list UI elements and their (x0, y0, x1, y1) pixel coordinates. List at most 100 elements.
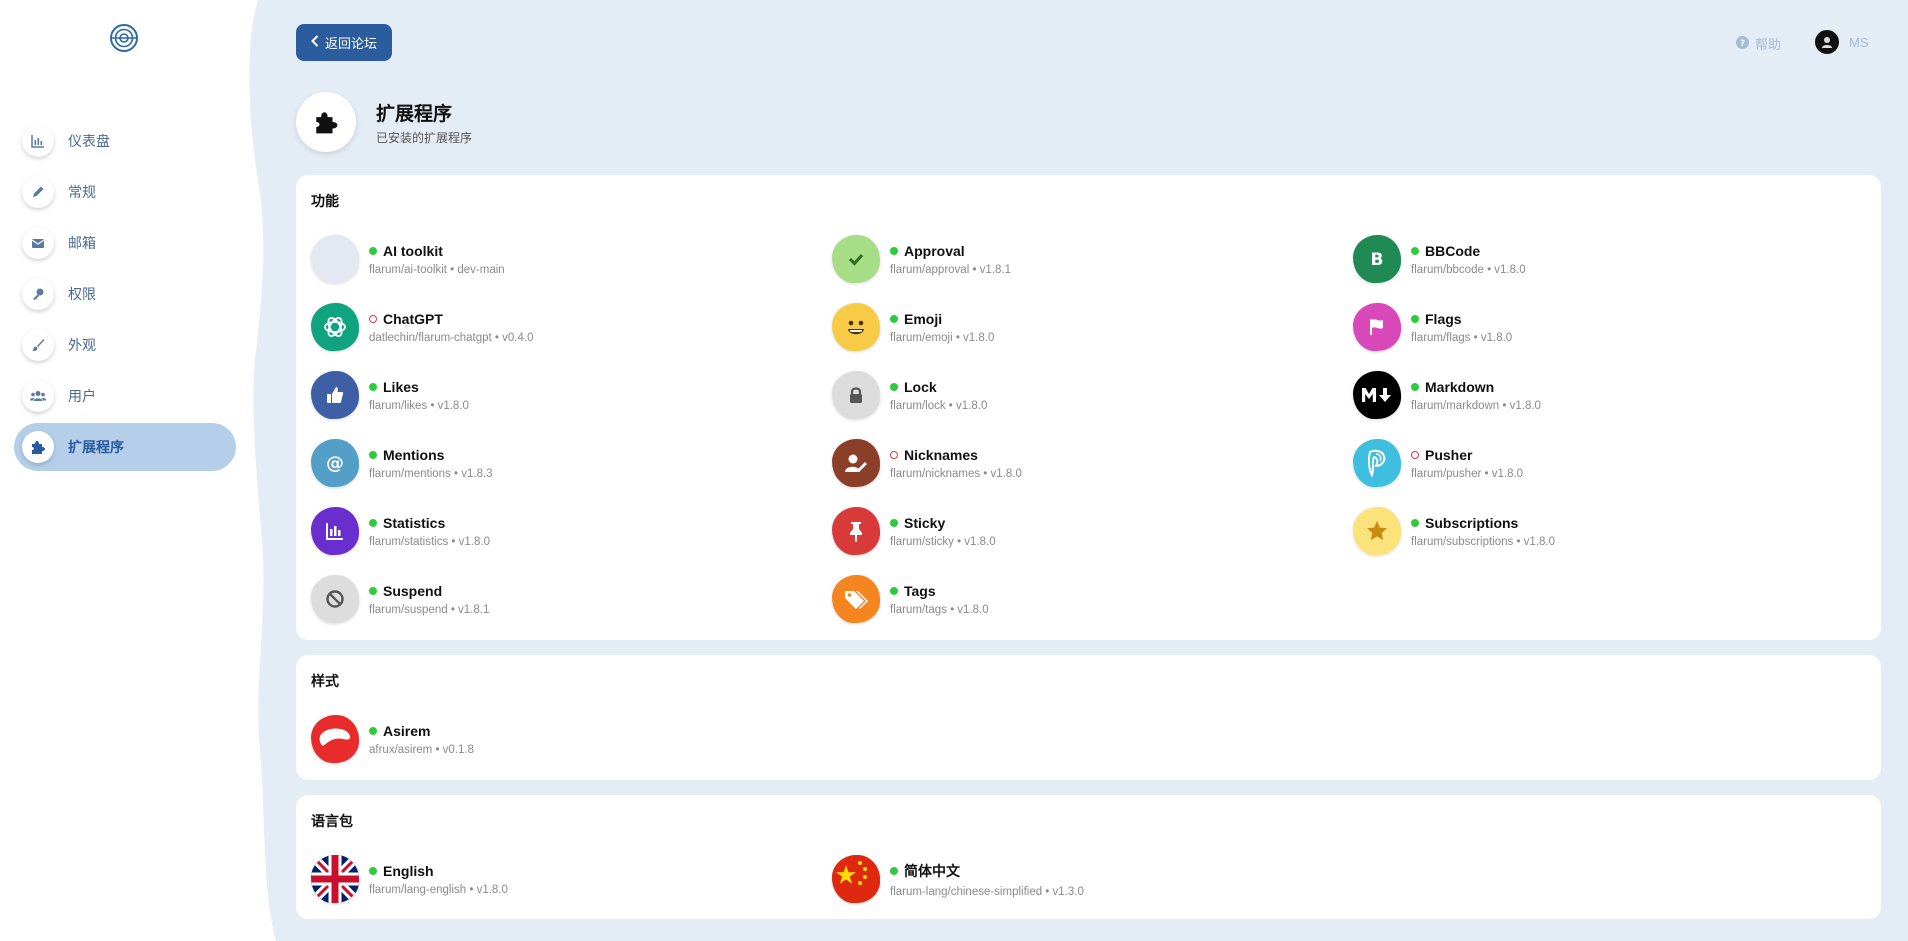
status-enabled-dot (369, 586, 377, 595)
extension-item-pusher[interactable]: Pusher flarum/pusher • v1.8.0 (1353, 435, 1853, 491)
extension-name: Markdown (1425, 378, 1495, 395)
extension-name: Statistics (383, 514, 446, 531)
extension-name: 简体中文 (904, 862, 960, 879)
smile-icon (832, 303, 880, 351)
nav-item-basics[interactable]: 常规 (14, 168, 236, 216)
uk-flag-icon (311, 855, 359, 903)
nav-item-users[interactable]: 用户 (14, 372, 236, 420)
extension-item-statistics[interactable]: Statistics flarum/statistics • v1.8.0 (311, 503, 811, 559)
extension-meta: flarum/emoji • v1.8.0 (890, 331, 995, 344)
extension-meta: flarum/bbcode • v1.8.0 (1411, 263, 1526, 276)
user-edit-icon (832, 439, 880, 487)
extension-item-likes[interactable]: Likes flarum/likes • v1.8.0 (311, 367, 811, 423)
extension-item-flags[interactable]: Flags flarum/flags • v1.8.0 (1353, 299, 1853, 355)
user-menu[interactable]: MS (1815, 30, 1869, 54)
status-enabled-dot (1411, 246, 1419, 255)
flag-icon (1353, 303, 1401, 351)
extension-item-lock[interactable]: Lock flarum/lock • v1.8.0 (832, 367, 1332, 423)
extension-name: ChatGPT (383, 310, 443, 327)
extension-item-bbcode[interactable]: B BBCode flarum/bbcode • v1.8.0 (1353, 231, 1853, 287)
extension-meta: flarum/likes • v1.8.0 (369, 399, 469, 412)
extension-item-markdown[interactable]: Markdown flarum/markdown • v1.8.0 (1353, 367, 1853, 423)
extension-meta: flarum-lang/chinese-simplified • v1.3.0 (890, 885, 1084, 898)
features-section: 功能 AI toolkit flarum/ai-toolkit • dev-mai… (296, 175, 1881, 640)
extension-item-english[interactable]: English flarum/lang-english • v1.8.0 (311, 851, 811, 907)
forum-logo-icon[interactable] (108, 22, 140, 54)
openai-icon (311, 303, 359, 351)
nav-item-permissions[interactable]: 权限 (14, 270, 236, 318)
status-enabled-dot (369, 866, 377, 875)
page-title: 扩展程序 (376, 103, 453, 125)
extension-item-emoji[interactable]: Emoji flarum/emoji • v1.8.0 (832, 299, 1332, 355)
envelope-icon (22, 227, 54, 259)
paintbrush-icon (22, 329, 54, 361)
chart-icon (22, 125, 54, 157)
sidebar: 仪表盘 常规 邮箱 权限 外观 用户 扩展程序 (0, 0, 290, 941)
extension-item-tags[interactable]: Tags flarum/tags • v1.8.0 (832, 571, 1332, 627)
extension-item-sticky[interactable]: Sticky flarum/sticky • v1.8.0 (832, 503, 1332, 559)
tags-icon (832, 575, 880, 623)
section-title-themes: 样式 (311, 673, 339, 689)
extension-name: Tags (904, 582, 936, 599)
pusher-icon (1353, 439, 1401, 487)
back-to-forum-label: 返回论坛 (324, 36, 377, 51)
languages-section: 语言包 English flarum/lang-english • v1.8.0 简… (296, 795, 1881, 919)
extension-name: Approval (904, 242, 965, 259)
status-enabled-dot (369, 726, 377, 735)
extension-name: Flags (1425, 310, 1462, 327)
extension-name: Pusher (1425, 446, 1473, 463)
extension-item-suspend[interactable]: Suspend flarum/suspend • v1.8.1 (311, 571, 811, 627)
extension-item-ai-toolkit[interactable]: AI toolkit flarum/ai-toolkit • dev-main (311, 231, 811, 287)
extension-name: Emoji (904, 310, 943, 327)
lock-icon (832, 371, 880, 419)
nav-item-extensions[interactable]: 扩展程序 (14, 423, 236, 471)
status-enabled-dot (1411, 518, 1419, 527)
extension-item-nicknames[interactable]: Nicknames flarum/nicknames • v1.8.0 (832, 435, 1332, 491)
nav-label-permissions: 权限 (68, 286, 96, 302)
puzzle-icon (296, 92, 356, 152)
nav-label-dashboard: 仪表盘 (68, 133, 110, 149)
nav-label-extensions: 扩展程序 (68, 439, 124, 455)
extension-item-简体中文[interactable]: 简体中文 flarum-lang/chinese-simplified • v1.… (832, 851, 1332, 907)
extension-meta: flarum/sticky • v1.8.0 (890, 535, 996, 548)
pencil-icon (22, 176, 54, 208)
question-circle-icon: ? (1736, 35, 1749, 52)
users-icon (22, 380, 54, 412)
nav-label-basics: 常规 (68, 184, 96, 200)
puzzle-icon (22, 431, 54, 463)
extension-name: English (383, 862, 434, 879)
extension-meta: flarum/pusher • v1.8.0 (1411, 467, 1524, 480)
nav-item-appearance[interactable]: 外观 (14, 321, 236, 369)
check-icon (832, 235, 880, 283)
nav-item-dashboard[interactable]: 仪表盘 (14, 117, 236, 165)
markdown-icon (1353, 371, 1401, 419)
extension-meta: flarum/flags • v1.8.0 (1411, 331, 1513, 344)
status-disabled-dot (890, 450, 898, 459)
thumbtack-icon (832, 507, 880, 555)
status-enabled-dot (890, 866, 898, 875)
extension-meta: flarum/markdown • v1.8.0 (1411, 399, 1541, 412)
nav-item-mail[interactable]: 邮箱 (14, 219, 236, 267)
extension-item-mentions[interactable]: @ Mentions flarum/mentions • v1.8.3 (311, 435, 811, 491)
extension-item-approval[interactable]: Approval flarum/approval • v1.8.1 (832, 231, 1332, 287)
nav-label-mail: 邮箱 (68, 235, 96, 251)
extension-meta: flarum/approval • v1.8.1 (890, 263, 1012, 276)
section-title-features: 功能 (311, 193, 339, 209)
extension-meta: flarum/suspend • v1.8.1 (369, 603, 490, 616)
status-enabled-dot (890, 518, 898, 527)
blank-icon (311, 235, 359, 283)
help-link[interactable]: ? 帮助 (1736, 34, 1781, 53)
status-enabled-dot (369, 382, 377, 391)
extension-item-asirem[interactable]: Asirem afrux/asirem • v0.1.8 (311, 711, 811, 767)
page-subtitle: 已安装的扩展程序 (376, 130, 473, 145)
extension-name: Asirem (383, 722, 431, 739)
extension-name: Mentions (383, 446, 445, 463)
back-to-forum-button[interactable]: 返回论坛 (296, 24, 392, 61)
key-icon (22, 278, 54, 310)
china-flag-icon (832, 855, 880, 903)
nav-label-users: 用户 (68, 388, 96, 404)
extension-item-subscriptions[interactable]: Subscriptions flarum/subscriptions • v1.8… (1353, 503, 1853, 559)
chevron-left-icon (311, 35, 319, 50)
asirem-icon (311, 715, 359, 763)
extension-item-chatgpt[interactable]: ChatGPT datlechin/flarum-chatgpt • v0.4.0 (311, 299, 811, 355)
